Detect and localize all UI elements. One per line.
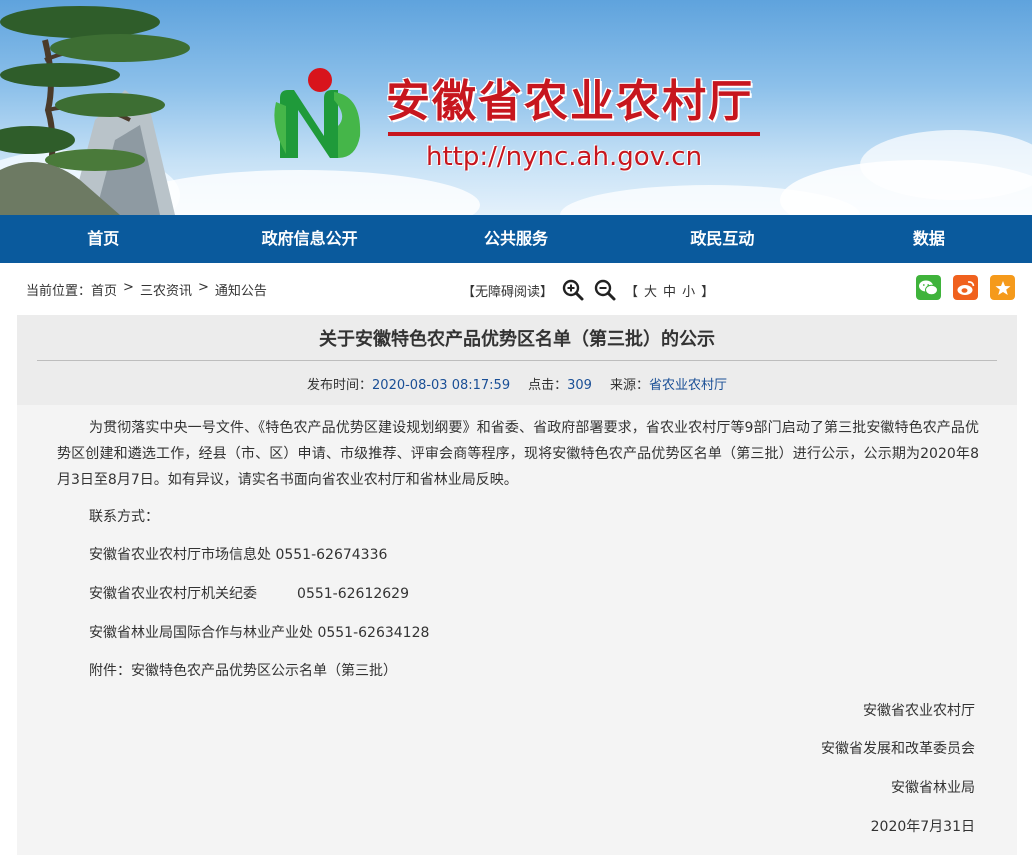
wechat-icon	[919, 280, 938, 295]
zoom-in-icon[interactable]	[561, 278, 585, 302]
contact-discipline: 安徽省农业农村厅机关纪委 0551-62612629	[89, 586, 409, 602]
clicks-label: 点击：	[528, 378, 568, 393]
weibo-share-button[interactable]	[953, 275, 978, 300]
contact-heading: 联系方式：	[89, 509, 159, 525]
signature-agriculture: 安徽省农业农村厅	[863, 703, 975, 719]
share-buttons	[916, 275, 1015, 300]
favorite-button[interactable]	[990, 275, 1015, 300]
pine-tree-illustration	[0, 6, 190, 215]
font-size-selector: 【 大 中 小 】	[625, 281, 714, 300]
weibo-icon	[957, 280, 974, 295]
accessible-reading-button[interactable]: 【无障碍阅读】	[462, 281, 553, 300]
article-meta: 发布时间：2020-08-03 08:17:59 点击：309 来源：省农业农村厅	[17, 374, 1017, 393]
site-url: http://nync.ah.gov.cn	[426, 142, 703, 172]
zoom-out-icon[interactable]	[593, 278, 617, 302]
font-size-large[interactable]: 大	[644, 281, 657, 300]
reading-tools: 【无障碍阅读】 【 大 中 小 】	[462, 278, 714, 302]
article-source[interactable]: 省农业农村厅	[649, 378, 727, 393]
article: 关于安徽特色农产品优势区名单（第三批）的公示 发布时间：2020-08-03 0…	[17, 315, 1017, 855]
header-divider	[37, 360, 997, 361]
page-toolbar: 当前位置： 首页 > 三农资讯 > 通知公告 【无障碍阅读】 【 大 中 小 】	[0, 263, 1032, 315]
breadcrumb-separator: >	[197, 280, 209, 295]
signature-development: 安徽省发展和改革委员会	[821, 741, 975, 757]
breadcrumb-home[interactable]: 首页	[91, 280, 117, 299]
signature-forestry: 安徽省林业局	[891, 780, 975, 796]
site-title: 安徽省农业农村厅	[386, 76, 754, 127]
click-count: 309	[567, 378, 592, 393]
wechat-share-button[interactable]	[916, 275, 941, 300]
font-size-bracket-close: 】	[701, 284, 715, 300]
font-size-medium[interactable]: 中	[663, 281, 676, 300]
breadcrumb-news[interactable]: 三农资讯	[140, 280, 192, 299]
nav-item-interaction[interactable]: 政民互动	[619, 215, 825, 263]
signature-date: 2020年7月31日	[870, 819, 975, 835]
attachment-link[interactable]: 附件：安徽特色农产品优势区公示名单（第三批）	[89, 661, 397, 681]
intro-paragraph: 为贯彻落实中央一号文件、《特色农产品优势区建设规划纲要》和省委、省政府部署要求，…	[57, 420, 979, 488]
nav-item-home[interactable]: 首页	[0, 215, 206, 263]
publish-time-label: 发布时间：	[307, 378, 373, 393]
nav-item-public-service[interactable]: 公共服务	[413, 215, 619, 263]
main-nav: 首页 政府信息公开 公共服务 政民互动 数据	[0, 215, 1032, 263]
publish-time: 2020-08-03 08:17:59	[372, 378, 511, 393]
nav-item-gov-info[interactable]: 政府信息公开	[206, 215, 412, 263]
source-label: 来源：	[609, 378, 649, 393]
article-title: 关于安徽特色农产品优势区名单（第三批）的公示	[319, 329, 715, 350]
contact-market-info: 安徽省农业农村厅市场信息处 0551-62674336	[89, 547, 388, 563]
breadcrumb: 当前位置： 首页 > 三农资讯 > 通知公告	[26, 280, 267, 299]
breadcrumb-separator: >	[123, 280, 134, 295]
title-underline	[388, 132, 760, 136]
department-logo	[274, 68, 361, 158]
breadcrumb-notices[interactable]: 通知公告	[215, 280, 267, 299]
article-header: 关于安徽特色农产品优势区名单（第三批）的公示 发布时间：2020-08-03 0…	[17, 315, 1017, 405]
nav-item-data[interactable]: 数据	[826, 215, 1032, 263]
site-banner: 安徽省农业农村厅 http://nync.ah.gov.cn	[0, 0, 1032, 215]
favorite-icon	[995, 280, 1010, 295]
breadcrumb-prefix: 当前位置：	[26, 284, 92, 299]
contact-forestry: 安徽省林业局国际合作与林业产业处 0551-62634128	[89, 625, 430, 641]
font-size-bracket-open: 【	[625, 284, 639, 300]
font-size-small[interactable]: 小	[682, 281, 695, 300]
